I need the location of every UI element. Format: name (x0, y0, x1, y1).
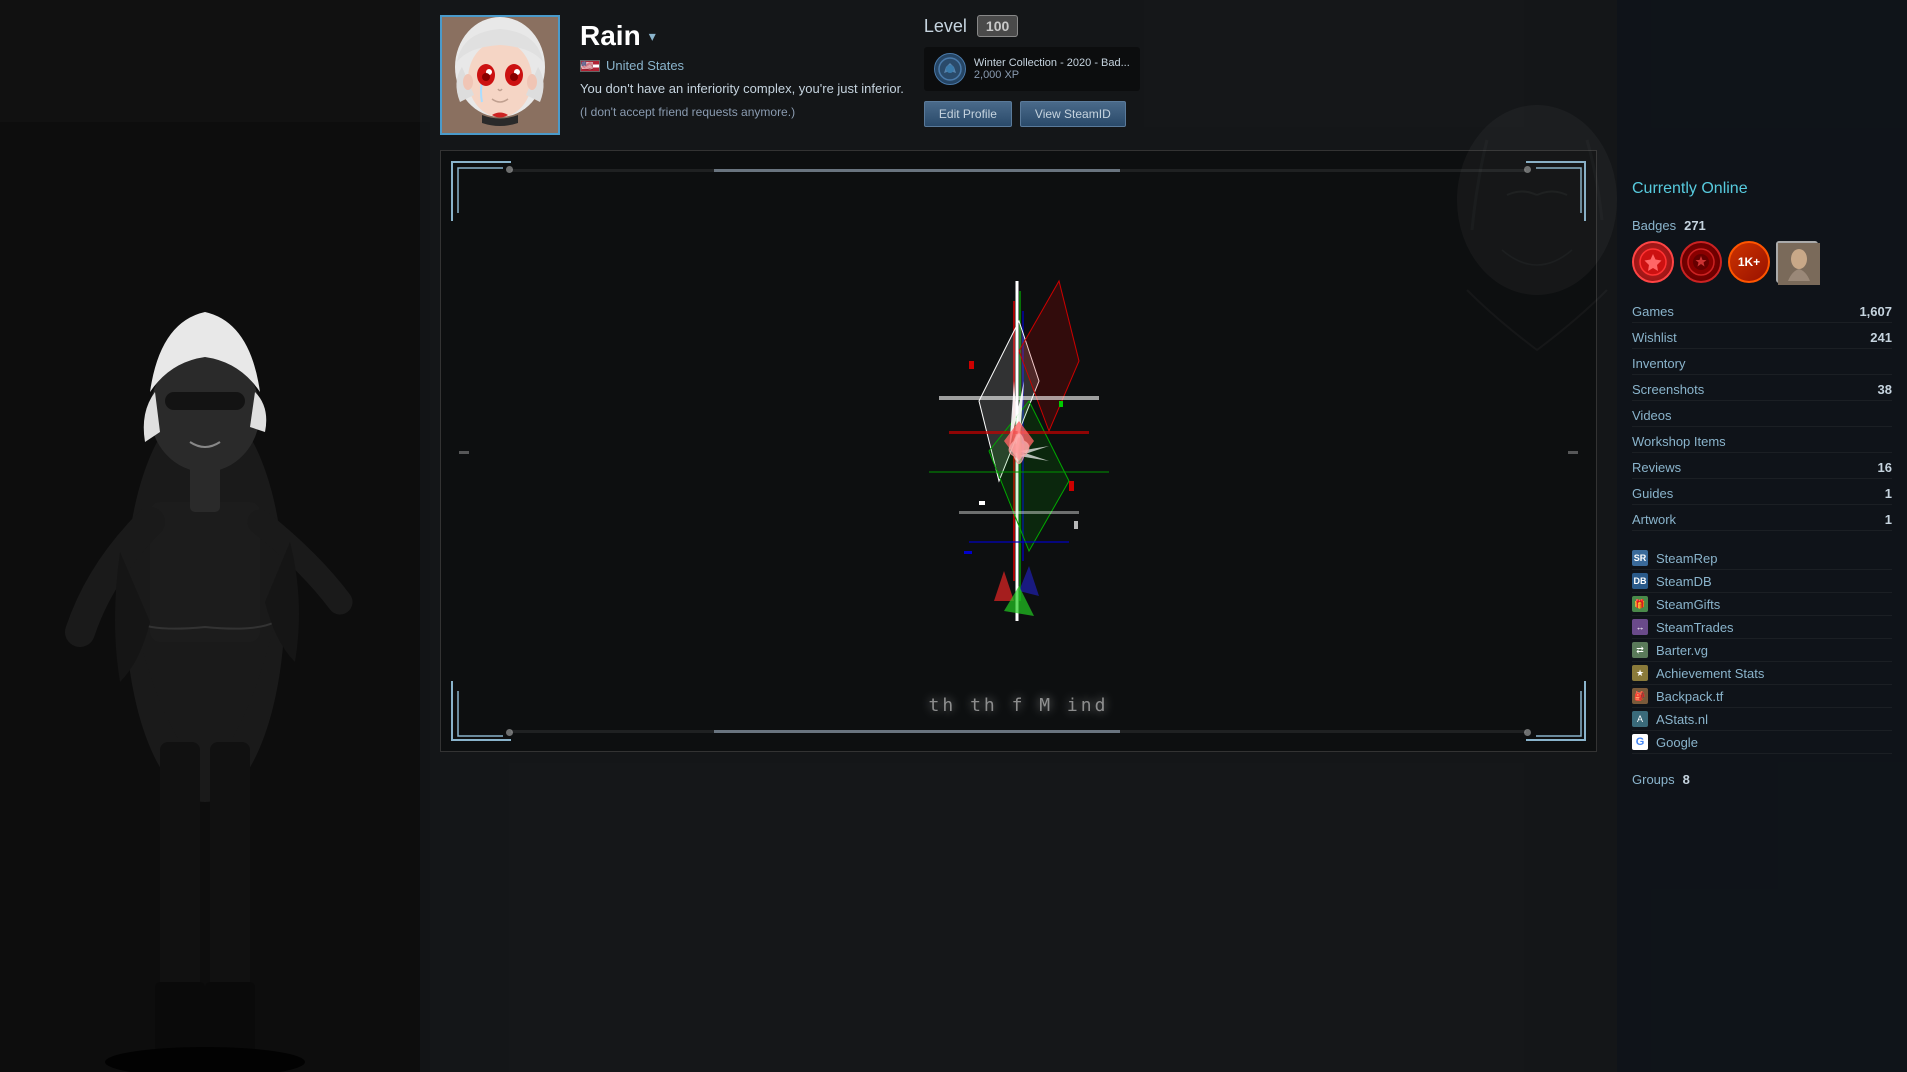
link-label-astats: AStats.nl (1656, 712, 1708, 727)
backpacktf-icon: 🎒 (1632, 688, 1648, 704)
profile-showcase: th th f M ind (440, 150, 1597, 752)
link-label-backpacktf: Backpack.tf (1656, 689, 1723, 704)
badge-icon-2[interactable] (1680, 241, 1722, 283)
steamtrades-icon: ↔ (1632, 619, 1648, 635)
stat-label-guides[interactable]: Guides (1632, 486, 1673, 501)
link-astats[interactable]: A AStats.nl (1632, 708, 1892, 731)
avatar (440, 15, 560, 135)
stat-row-artwork: Artwork 1 (1632, 509, 1892, 531)
stat-value-guides: 1 (1885, 486, 1892, 501)
link-label-steamtrades: SteamTrades (1656, 620, 1734, 635)
stats-section: Games 1,607 Wishlist 241 Inventory Scree… (1632, 301, 1892, 531)
external-links-section: SR SteamRep DB SteamDB 🎁 SteamGifts ↔ St… (1632, 547, 1892, 754)
link-steamdb[interactable]: DB SteamDB (1632, 570, 1892, 593)
steamdb-icon: DB (1632, 573, 1648, 589)
steamrep-icon: SR (1632, 550, 1648, 566)
xp-badge-row[interactable]: Winter Collection - 2020 - Bad... 2,000 … (924, 47, 1140, 91)
stat-value-games: 1,607 (1859, 304, 1892, 319)
link-label-bartervg: Barter.vg (1656, 643, 1708, 658)
level-badge: 100 (977, 15, 1018, 37)
groups-section: Groups 8 (1632, 767, 1892, 787)
steamgifts-icon: 🎁 (1632, 596, 1648, 612)
astats-icon: A (1632, 711, 1648, 727)
showcase-glitch-visual (441, 151, 1596, 751)
character-artwork (0, 122, 430, 1072)
view-steamid-button[interactable]: View SteamID (1020, 101, 1126, 127)
link-label-google: Google (1656, 735, 1698, 750)
stat-label-reviews[interactable]: Reviews (1632, 460, 1681, 475)
stat-row-guides: Guides 1 (1632, 483, 1892, 505)
stat-value-wishlist: 241 (1870, 330, 1892, 345)
badge-icon-1[interactable] (1632, 241, 1674, 283)
stat-row-wishlist: Wishlist 241 (1632, 327, 1892, 349)
stat-label-artwork[interactable]: Artwork (1632, 512, 1676, 527)
showcase-bottom-text: th th f M ind (929, 695, 1109, 716)
badge-icon-3[interactable]: 1K+ (1728, 241, 1770, 283)
link-achievement-stats[interactable]: ★ Achievement Stats (1632, 662, 1892, 685)
stat-label-workshop[interactable]: Workshop Items (1632, 434, 1726, 449)
stat-row-games: Games 1,607 (1632, 301, 1892, 323)
stat-row-screenshots: Screenshots 38 (1632, 379, 1892, 401)
right-panel: Currently Online Badges 271 (1617, 0, 1907, 1072)
xp-badge-icon (934, 53, 966, 85)
stat-row-inventory: Inventory (1632, 353, 1892, 375)
xp-amount: 2,000 XP (974, 69, 1130, 81)
glitch-svg (819, 201, 1219, 701)
stat-label-wishlist[interactable]: Wishlist (1632, 330, 1677, 345)
level-area: Level 100 Winter Collection - 2020 - Bad… (924, 15, 1140, 127)
dropdown-arrow-icon[interactable]: ▾ (649, 28, 656, 45)
link-google[interactable]: G Google (1632, 731, 1892, 754)
bio-line1: You don't have an inferiority complex, y… (580, 79, 904, 99)
link-label-steamrep: SteamRep (1656, 551, 1717, 566)
center-area: Rain ▾ 🇺🇸 United States You don't have a… (420, 0, 1617, 1072)
badges-label[interactable]: Badges (1632, 218, 1676, 233)
stat-row-workshop: Workshop Items (1632, 431, 1892, 453)
profile-buttons: Edit Profile View SteamID (924, 101, 1126, 127)
badges-row: 1K+ (1632, 241, 1892, 283)
stat-row-reviews: Reviews 16 (1632, 457, 1892, 479)
currently-online-label: Currently Online (1632, 180, 1892, 198)
link-label-achievement-stats: Achievement Stats (1656, 666, 1764, 681)
xp-badge-name: Winter Collection - 2020 - Bad... (974, 57, 1130, 69)
country-flag-icon: 🇺🇸 (580, 60, 600, 72)
stat-value-artwork: 1 (1885, 512, 1892, 527)
profile-info: Rain ▾ 🇺🇸 United States You don't have a… (580, 15, 904, 119)
badge-icon-4[interactable] (1776, 241, 1818, 283)
badges-section: Badges 271 (1632, 218, 1892, 283)
country-label: United States (606, 58, 684, 73)
link-steamrep[interactable]: SR SteamRep (1632, 547, 1892, 570)
link-backpacktf[interactable]: 🎒 Backpack.tf (1632, 685, 1892, 708)
edit-profile-button[interactable]: Edit Profile (924, 101, 1012, 127)
stat-value-reviews: 16 (1878, 460, 1892, 475)
stat-label-screenshots[interactable]: Screenshots (1632, 382, 1704, 397)
link-label-steamgifts: SteamGifts (1656, 597, 1720, 612)
link-steamtrades[interactable]: ↔ SteamTrades (1632, 616, 1892, 639)
left-character-area (0, 0, 420, 1072)
bio-line2: (I don't accept friend requests anymore.… (580, 105, 904, 119)
groups-label[interactable]: Groups (1632, 772, 1675, 787)
link-bartervg[interactable]: ⇄ Barter.vg (1632, 639, 1892, 662)
link-label-steamdb: SteamDB (1656, 574, 1712, 589)
achievement-stats-icon: ★ (1632, 665, 1648, 681)
bartervg-icon: ⇄ (1632, 642, 1648, 658)
badges-count: 271 (1684, 218, 1706, 233)
groups-count: 8 (1683, 772, 1690, 787)
link-steamgifts[interactable]: 🎁 SteamGifts (1632, 593, 1892, 616)
username: Rain (580, 20, 641, 52)
stat-value-screenshots: 38 (1878, 382, 1892, 397)
stat-row-videos: Videos (1632, 405, 1892, 427)
stat-label-games[interactable]: Games (1632, 304, 1674, 319)
level-label: Level (924, 16, 967, 37)
profile-header: Rain ▾ 🇺🇸 United States You don't have a… (420, 0, 1617, 150)
google-icon: G (1632, 734, 1648, 750)
stat-label-inventory[interactable]: Inventory (1632, 356, 1685, 371)
stat-label-videos[interactable]: Videos (1632, 408, 1672, 423)
